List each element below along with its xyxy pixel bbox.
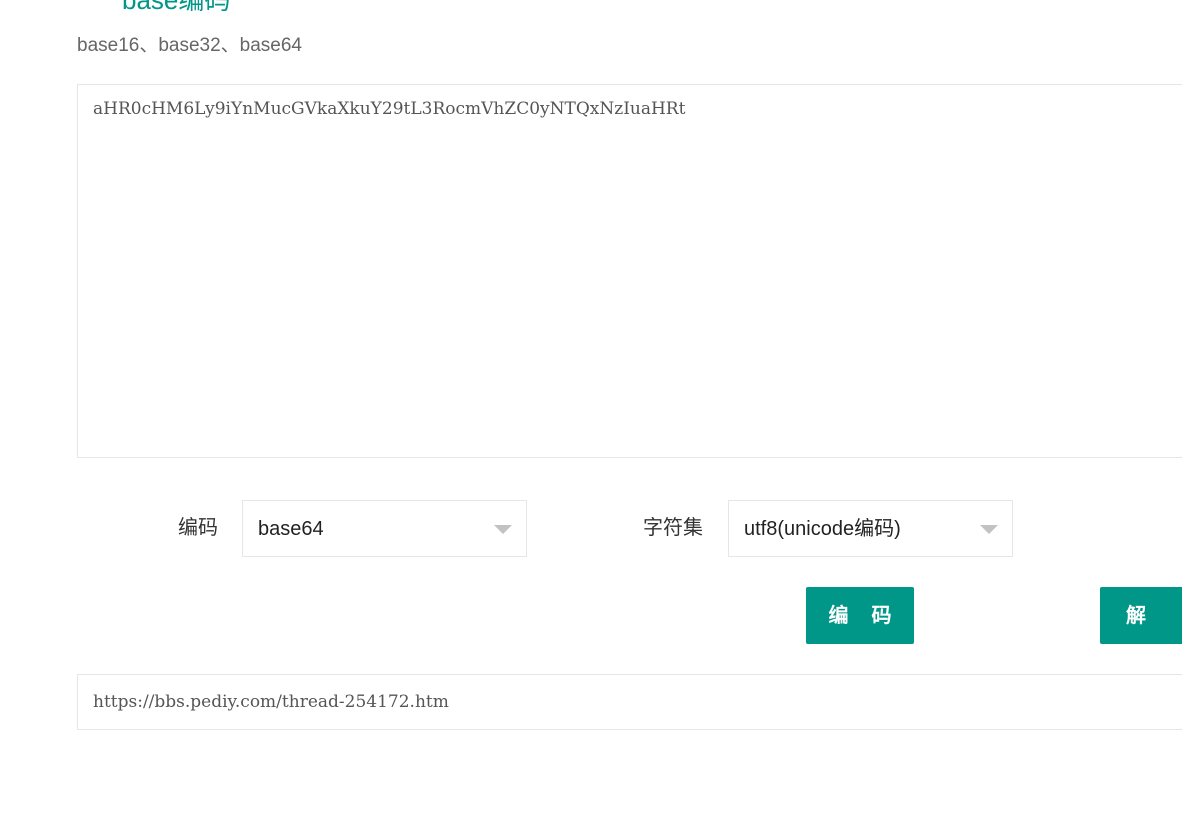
encoding-select[interactable]: base64 [242, 500, 527, 557]
caret-down-icon [980, 525, 998, 534]
base-encoding-page: base编码 base16、base32、base64 aHR0cHM6Ly9i… [0, 0, 1182, 821]
encoding-label: 编码 [178, 517, 218, 539]
page-subtitle: base16、base32、base64 [77, 35, 303, 56]
charset-select[interactable]: utf8(unicode编码) [728, 500, 1013, 557]
caret-down-icon [494, 525, 512, 534]
result-field[interactable] [77, 674, 1182, 730]
encode-button[interactable]: 编 码 [806, 587, 914, 644]
charset-select-value: utf8(unicode编码) [744, 518, 901, 540]
decode-button[interactable]: 解 码 [1100, 587, 1182, 684]
page-title: base编码 [122, 0, 231, 15]
encoding-select-value: base64 [258, 518, 324, 540]
charset-label: 字符集 [643, 517, 703, 539]
source-textarea[interactable]: aHR0cHM6Ly9iYnMucGVkaXkuY29tL3RocmVhZC0y… [77, 84, 1182, 458]
